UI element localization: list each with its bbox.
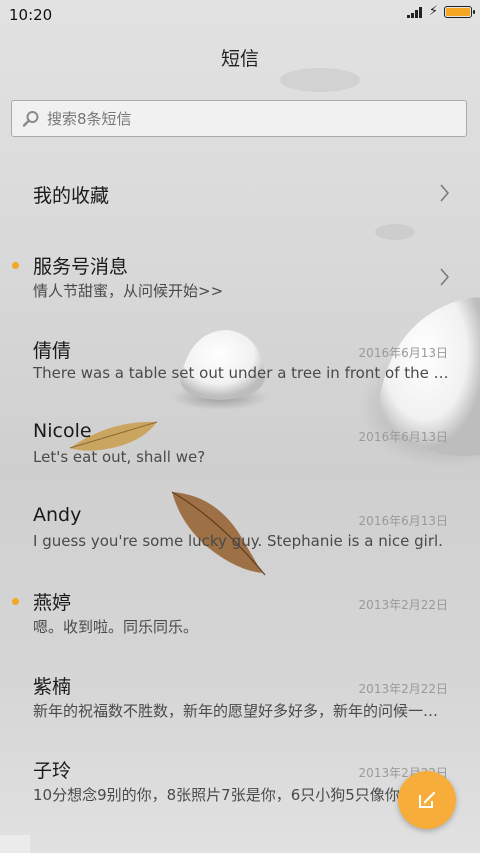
page-title: 短信 <box>220 48 259 70</box>
conversation-row[interactable]: 服务号消息情人节甜蜜，从问候开始>> <box>0 236 480 320</box>
signal-icon <box>406 6 423 18</box>
status-time: 10:20 <box>9 6 53 24</box>
conversation-row[interactable]: Nicole Let's eat out, shall we? 2016年6月13日 <box>0 404 480 488</box>
unread-dot <box>12 598 19 605</box>
conversation-name: 子玲 <box>33 760 72 782</box>
conversation-date: 2013年2月22日 <box>358 682 448 696</box>
conversation-name: 倩倩 <box>33 340 72 362</box>
conversation-row[interactable]: 我的收藏 <box>0 152 480 236</box>
conversation-row[interactable]: 紫楠新年的祝福数不胜数，新年的愿望好多好多，新年的问候一句一句 2013年2月22… <box>0 656 480 740</box>
conversation-name: 燕婷 <box>33 592 72 614</box>
conversation-name: 紫楠 <box>33 676 72 698</box>
conversation-date: 2013年2月22日 <box>358 598 448 612</box>
conversation-preview: There was a table set out under a tree i… <box>33 364 449 382</box>
conversation-preview: 嗯。收到啦。同乐同乐。 <box>33 618 199 636</box>
conversation-preview: 10分想念9别的你，8张照片7张是你，6只小狗5只像你，4 <box>33 786 425 804</box>
search-bar[interactable] <box>11 100 467 137</box>
conversation-name: Andy <box>33 504 82 526</box>
conversation-preview: Let's eat out, shall we? <box>33 448 206 466</box>
search-input[interactable] <box>45 108 429 129</box>
conversation-date: 2016年6月13日 <box>358 430 448 444</box>
conversation-row[interactable]: 倩倩 There was a table set out under a tree… <box>0 320 480 404</box>
chevron-right-icon <box>440 268 449 286</box>
battery-fill <box>446 8 470 16</box>
search-icon <box>21 109 41 129</box>
status-bar: 10:20 ⚡ <box>0 0 480 28</box>
conversation-name: 我的收藏 <box>33 185 110 207</box>
bolt-icon: ⚡ <box>428 4 438 19</box>
compose-button[interactable] <box>398 771 456 829</box>
conversation-date: 2016年6月13日 <box>358 346 448 360</box>
status-icons: ⚡ <box>406 4 475 19</box>
battery-icon <box>444 6 475 18</box>
conversation-name: 服务号消息 <box>33 256 129 278</box>
conversation-row[interactable]: Andy I guess you're some lucky guy. Steph… <box>0 488 480 572</box>
conversation-name: Nicole <box>33 420 92 442</box>
conversation-preview: I guess you're some lucky guy. Stephanie… <box>33 532 443 550</box>
conversation-row[interactable]: 燕婷嗯。收到啦。同乐同乐。 2013年2月22日 <box>0 572 480 656</box>
conversation-preview: 情人节甜蜜，从问候开始>> <box>33 282 224 300</box>
unread-dot <box>12 262 19 269</box>
conversation-date: 2016年6月13日 <box>358 514 448 528</box>
chevron-right-icon <box>440 184 449 202</box>
conversation-preview: 新年的祝福数不胜数，新年的愿望好多好多，新年的问候一句一句 <box>33 702 449 720</box>
compose-icon <box>419 791 436 808</box>
